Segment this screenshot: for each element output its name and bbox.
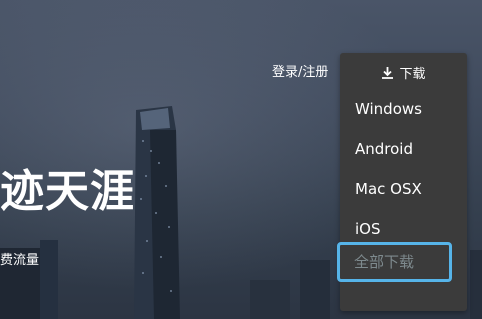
download-item-macosx[interactable]: Mac OSX [355, 179, 422, 199]
download-dropdown-menu: 下载 Windows Android Mac OSX iOS 全部下载 [337, 53, 467, 311]
download-item-all[interactable]: 全部下载 [337, 242, 452, 282]
download-icon [382, 66, 394, 79]
download-toggle-label: 下载 [399, 66, 426, 82]
download-item-android[interactable]: Android [355, 139, 413, 159]
hero-subtitle: 费流量 [0, 253, 40, 268]
download-item-ios[interactable]: iOS [355, 219, 381, 239]
hero-title: 迹天涯 [0, 166, 135, 217]
hero-background: 登录/注册 迹天涯 费流量 下载 Windows Android Mac OSX… [0, 0, 482, 319]
download-item-windows[interactable]: Windows [355, 99, 422, 119]
login-register-link[interactable]: 登录/注册 [272, 64, 328, 82]
download-toggle-button[interactable]: 下载 [340, 61, 467, 83]
